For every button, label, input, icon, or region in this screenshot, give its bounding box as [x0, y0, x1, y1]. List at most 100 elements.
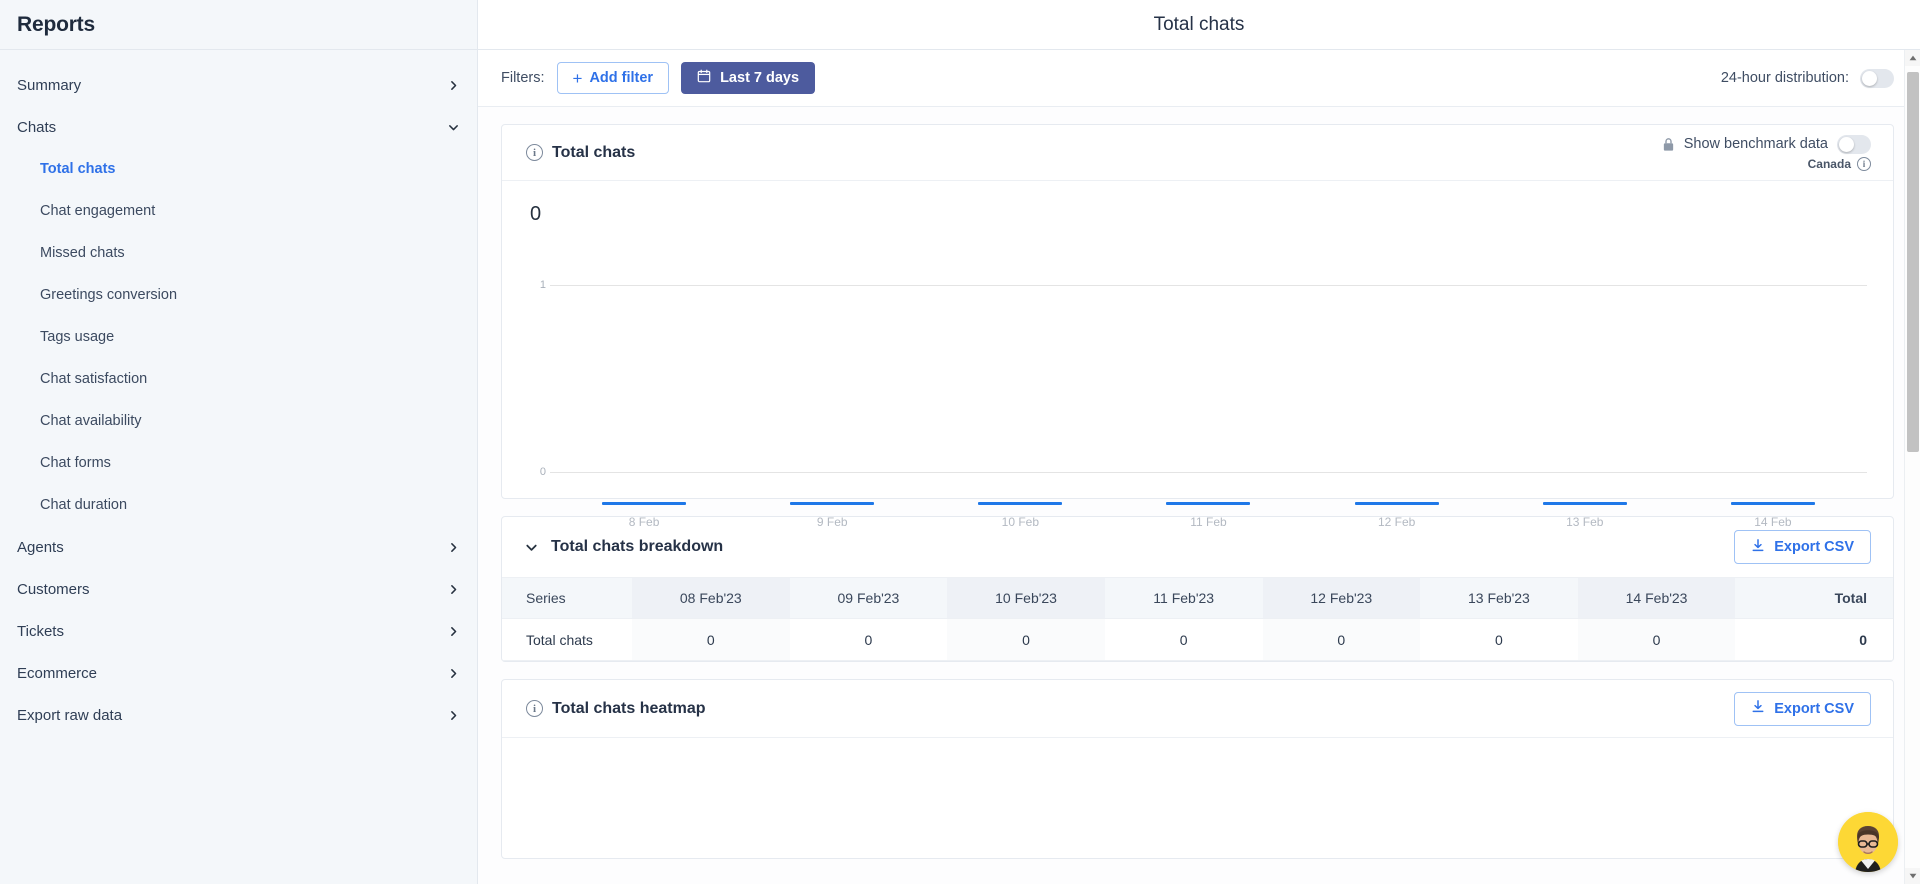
- benchmark-country-row: Canada i: [1808, 157, 1871, 171]
- bar[interactable]: [1166, 502, 1250, 505]
- table-row: Total chats00000000: [502, 619, 1893, 661]
- bar-column[interactable]: [738, 285, 926, 505]
- table-cell-value: 0: [1420, 619, 1578, 661]
- calendar-icon: [697, 69, 711, 87]
- scroll-down-button[interactable]: [1905, 868, 1920, 884]
- chevron-right-icon[interactable]: [446, 708, 460, 722]
- sidebar-item-chat-engagement[interactable]: Chat engagement: [0, 190, 477, 232]
- info-icon[interactable]: i: [526, 144, 543, 161]
- sidebar-item-label: Chats: [17, 119, 56, 136]
- chart-card-title: Total chats: [552, 144, 635, 162]
- bar-column[interactable]: [926, 285, 1114, 505]
- table-column-header: 08 Feb'23: [632, 578, 790, 619]
- table-column-header: 09 Feb'23: [790, 578, 948, 619]
- vertical-scrollbar[interactable]: [1904, 50, 1920, 884]
- download-icon: [1751, 538, 1765, 557]
- total-chats-breakdown-card: Total chats breakdown Export CSV Series0…: [501, 516, 1894, 662]
- chevron-right-icon[interactable]: [446, 78, 460, 92]
- benchmark-toggle[interactable]: [1837, 135, 1871, 154]
- chevron-down-icon[interactable]: [446, 120, 460, 134]
- download-icon: [1751, 699, 1765, 718]
- sidebar-item-greetings-conversion[interactable]: Greetings conversion: [0, 274, 477, 316]
- bar[interactable]: [1355, 502, 1439, 505]
- date-range-button[interactable]: Last 7 days: [681, 62, 815, 94]
- sidebar-item-missed-chats[interactable]: Missed chats: [0, 232, 477, 274]
- chevron-down-icon[interactable]: [524, 540, 539, 555]
- filter-bar: Filters: + Add filter Last 7 days 24-hou…: [478, 50, 1920, 107]
- benchmark-label: Show benchmark data: [1684, 136, 1828, 152]
- bar[interactable]: [602, 502, 686, 505]
- page-header: Total chats: [478, 0, 1920, 50]
- table-cell-value: 0: [1105, 619, 1263, 661]
- x-axis-label: 10 Feb: [926, 515, 1114, 529]
- table-cell-value: 0: [1263, 619, 1421, 661]
- bar-column[interactable]: [1679, 285, 1867, 505]
- table-column-header: Total: [1735, 578, 1893, 619]
- sidebar-item-chats[interactable]: Chats: [0, 106, 477, 148]
- bar-series: [550, 285, 1867, 505]
- sidebar-item-summary[interactable]: Summary: [0, 64, 477, 106]
- toggle-knob: [1839, 137, 1854, 152]
- table-column-header: 13 Feb'23: [1420, 578, 1578, 619]
- distribution-toggle[interactable]: [1860, 69, 1894, 88]
- filters-label: Filters:: [501, 70, 545, 86]
- bar-column[interactable]: [1303, 285, 1491, 505]
- sidebar-item-chat-duration[interactable]: Chat duration: [0, 484, 477, 526]
- bar-column[interactable]: [550, 285, 738, 505]
- x-axis-labels: 8 Feb9 Feb10 Feb11 Feb12 Feb13 Feb14 Feb: [550, 515, 1867, 529]
- sidebar-item-label: Chat satisfaction: [40, 371, 147, 387]
- sidebar-item-label: Chat availability: [40, 413, 142, 429]
- sidebar-item-export-raw-data[interactable]: Export raw data: [0, 694, 477, 736]
- info-icon[interactable]: i: [1857, 157, 1871, 171]
- bar[interactable]: [1543, 502, 1627, 505]
- sidebar-nav: Summary Chats Total chatsChat engagement Mi…: [0, 50, 477, 736]
- sidebar: Reports Summary Chats Total chatsChat enga…: [0, 0, 478, 884]
- table-cell-value: 0: [947, 619, 1105, 661]
- chevron-right-icon[interactable]: [446, 624, 460, 638]
- info-icon[interactable]: i: [526, 700, 543, 717]
- sidebar-header: Reports: [0, 0, 477, 50]
- bar[interactable]: [978, 502, 1062, 505]
- bar[interactable]: [790, 502, 874, 505]
- sidebar-item-label: Chat duration: [40, 497, 127, 513]
- scrollbar-thumb[interactable]: [1907, 72, 1919, 452]
- sidebar-item-customers[interactable]: Customers: [0, 568, 477, 610]
- page-title: Total chats: [1154, 14, 1245, 36]
- sidebar-item-tags-usage[interactable]: Tags usage: [0, 316, 477, 358]
- table-cell-value: 0: [790, 619, 948, 661]
- bar-column[interactable]: [1491, 285, 1679, 505]
- x-axis-label: 14 Feb: [1679, 515, 1867, 529]
- sidebar-item-label: Missed chats: [40, 245, 125, 261]
- chevron-right-icon[interactable]: [446, 540, 460, 554]
- sidebar-item-label: Customers: [17, 581, 90, 598]
- scroll-up-button[interactable]: [1905, 50, 1920, 66]
- add-filter-button[interactable]: + Add filter: [557, 62, 670, 94]
- sidebar-item-ecommerce[interactable]: Ecommerce: [0, 652, 477, 694]
- sidebar-item-label: Greetings conversion: [40, 287, 177, 303]
- export-csv-label: Export CSV: [1774, 539, 1854, 555]
- chart-card-header: i Total chats Show benchmark data: [502, 125, 1893, 181]
- export-csv-button[interactable]: Export CSV: [1734, 692, 1871, 726]
- sidebar-item-chat-forms[interactable]: Chat forms: [0, 442, 477, 484]
- sidebar-item-chat-satisfaction[interactable]: Chat satisfaction: [0, 358, 477, 400]
- export-csv-button[interactable]: Export CSV: [1734, 530, 1871, 564]
- sidebar-item-tickets[interactable]: Tickets: [0, 610, 477, 652]
- sidebar-item-total-chats[interactable]: Total chats: [0, 148, 477, 190]
- sidebar-item-chat-availability[interactable]: Chat availability: [0, 400, 477, 442]
- agent-avatar[interactable]: [1838, 812, 1898, 872]
- benchmark-control: Show benchmark data Canada i: [1662, 135, 1871, 171]
- table-cell-value: 0: [1578, 619, 1736, 661]
- export-csv-label: Export CSV: [1774, 701, 1854, 717]
- distribution-control: 24-hour distribution:: [1721, 69, 1894, 88]
- sidebar-item-agents[interactable]: Agents: [0, 526, 477, 568]
- bar[interactable]: [1731, 502, 1815, 505]
- total-chats-heatmap-card: i Total chats heatmap Export CSV: [501, 679, 1894, 859]
- table-column-header: 10 Feb'23: [947, 578, 1105, 619]
- heatmap-header: i Total chats heatmap Export CSV: [502, 680, 1893, 738]
- chevron-right-icon[interactable]: [446, 666, 460, 680]
- table-cell-value: 0: [632, 619, 790, 661]
- table-column-header: Series: [502, 578, 632, 619]
- breakdown-table: Series08 Feb'2309 Feb'2310 Feb'2311 Feb'…: [502, 577, 1893, 661]
- bar-column[interactable]: [1114, 285, 1302, 505]
- chevron-right-icon[interactable]: [446, 582, 460, 596]
